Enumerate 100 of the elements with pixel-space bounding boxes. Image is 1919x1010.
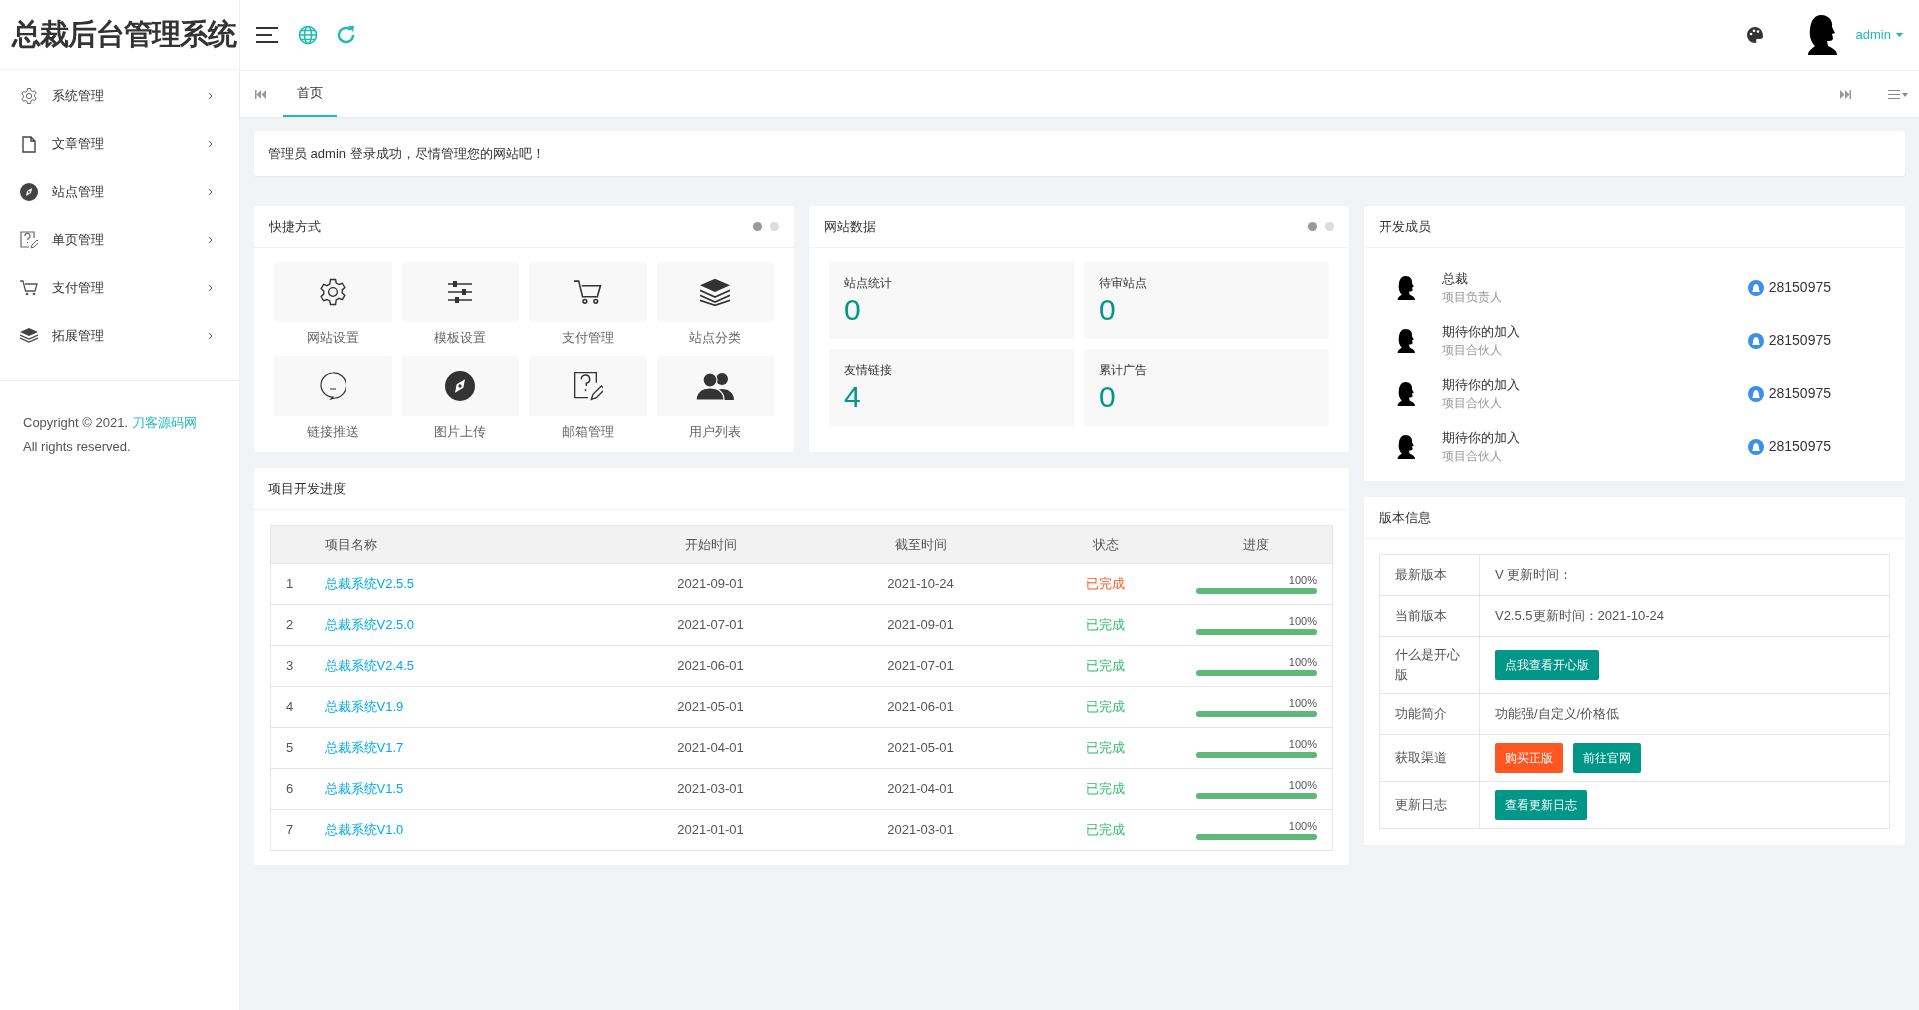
chevron-icon: [208, 284, 213, 292]
member-name: 期待你的加入: [1442, 322, 1520, 341]
action-button[interactable]: 前往官网: [1573, 743, 1641, 773]
info-label: 什么是开心版: [1395, 646, 1461, 684]
action-button[interactable]: 点我查看开心版: [1495, 650, 1599, 680]
welcome-message: 管理员 admin 登录成功，尽情管理您的网站吧！: [254, 131, 1905, 176]
progress-label: 100%: [1288, 779, 1317, 791]
document-icon: [22, 135, 36, 153]
table-cell: 2021-09-01: [887, 617, 954, 633]
table-cell: 2021-04-01: [677, 740, 744, 756]
column-header: 进度: [1243, 536, 1270, 552]
table-cell: 2021-10-24: [887, 576, 954, 592]
status-text: 已完成: [1086, 699, 1125, 715]
layers-icon: [700, 278, 731, 306]
copyright-text: Copyright © 2021. 刀客源码网: [23, 414, 198, 432]
globe-icon[interactable]: [298, 25, 318, 45]
help-edit-icon: [572, 371, 603, 401]
stat-value: 0: [844, 292, 861, 328]
info-label: 最新版本: [1395, 566, 1448, 584]
row-number: 4: [286, 699, 294, 715]
chevron-icon: [208, 140, 213, 148]
action-button[interactable]: 购买正版: [1495, 743, 1563, 773]
chevron-icon: [208, 332, 213, 340]
card-title: 网站数据: [824, 217, 876, 236]
status-text: 已完成: [1086, 781, 1125, 797]
compass-icon: [445, 371, 476, 401]
table-cell: 2021-06-01: [887, 699, 954, 715]
status-text: 已完成: [1086, 617, 1125, 633]
row-number: 6: [286, 781, 294, 797]
stat-value: 0: [1099, 292, 1116, 328]
action-button[interactable]: 查看更新日志: [1495, 790, 1587, 820]
tab-menu-icon[interactable]: [1888, 89, 1908, 99]
chevron-icon: [208, 92, 213, 100]
info-label: 获取渠道: [1395, 749, 1448, 767]
table-cell: 2021-01-01: [677, 822, 744, 838]
status-text: 已完成: [1086, 822, 1125, 838]
member-role: 项目合伙人: [1442, 341, 1502, 359]
chevron-icon: [208, 236, 213, 244]
table-cell: 2021-03-01: [887, 822, 954, 838]
row-number: 2: [286, 617, 294, 633]
caret-icon: [1896, 33, 1903, 37]
info-value: 功能强/自定义/价格低: [1495, 706, 1620, 722]
status-text: 已完成: [1086, 658, 1125, 674]
tab[interactable]: 首页: [283, 71, 337, 117]
column-header: 截至时间: [894, 536, 947, 552]
qq-icon: [1747, 385, 1764, 402]
sliders-icon: [447, 280, 474, 304]
info-label: 功能简介: [1395, 705, 1448, 723]
cart-icon: [20, 280, 38, 296]
member-name: 总裁: [1442, 269, 1468, 288]
column-header: 状态: [1092, 536, 1119, 552]
chat-bubble-icon: [319, 372, 346, 400]
progress-label: 100%: [1288, 697, 1317, 709]
table-cell: 2021-05-01: [887, 740, 954, 756]
stat-label: 友情链接: [844, 362, 892, 379]
stat-value: 0: [1099, 379, 1116, 415]
info-label: 更新日志: [1395, 796, 1448, 814]
member-name: 期待你的加入: [1442, 375, 1520, 394]
cart-icon: [573, 279, 602, 305]
member-role: 项目合伙人: [1442, 447, 1502, 465]
row-number: 5: [286, 740, 294, 756]
info-value: V2.5.5更新时间：2021-10-24: [1495, 608, 1665, 624]
row-number: 3: [286, 658, 294, 674]
stat-value: 4: [844, 379, 861, 415]
table-cell: 2021-03-01: [677, 781, 744, 797]
chevron-icon: [208, 188, 213, 196]
table-cell: 2021-06-01: [677, 658, 744, 674]
card-title: 版本信息: [1379, 508, 1431, 527]
gear-icon: [20, 87, 38, 105]
compass-icon: [20, 183, 38, 201]
card-title: 快捷方式: [269, 217, 321, 236]
first-page-icon[interactable]: [255, 89, 266, 99]
status-text: 已完成: [1086, 576, 1125, 592]
stat-label: 待审站点: [1099, 275, 1147, 292]
table-cell: 2021-09-01: [677, 576, 744, 592]
table-cell: 2021-04-01: [887, 781, 954, 797]
qq-number: 28150975: [1768, 278, 1831, 297]
table-cell: 2021-05-01: [677, 699, 744, 715]
progress-label: 100%: [1288, 615, 1317, 627]
progress-label: 100%: [1288, 574, 1317, 586]
brand-title: 总裁后台管理系统: [12, 15, 236, 53]
stat-label: 站点统计: [844, 275, 892, 292]
qq-icon: [1747, 438, 1764, 455]
table-cell: 2021-07-01: [887, 658, 954, 674]
menu-icon[interactable]: [256, 27, 278, 43]
row-number: 1: [286, 576, 294, 592]
layers-icon: [20, 328, 38, 344]
refresh-icon[interactable]: [336, 25, 356, 45]
info-label: 当前版本: [1395, 607, 1448, 625]
progress-label: 100%: [1288, 738, 1317, 750]
qq-number: 28150975: [1768, 331, 1831, 350]
last-page-icon[interactable]: [1840, 89, 1851, 99]
member-role: 项目负责人: [1442, 288, 1502, 306]
column-header: 开始时间: [684, 536, 737, 552]
info-value: V 更新时间：: [1495, 567, 1573, 583]
gear-icon: [317, 277, 348, 307]
palette-icon[interactable]: [1745, 26, 1764, 44]
column-header: 项目名称: [324, 536, 377, 552]
progress-label: 100%: [1288, 820, 1317, 832]
progress-label: 100%: [1288, 656, 1317, 668]
